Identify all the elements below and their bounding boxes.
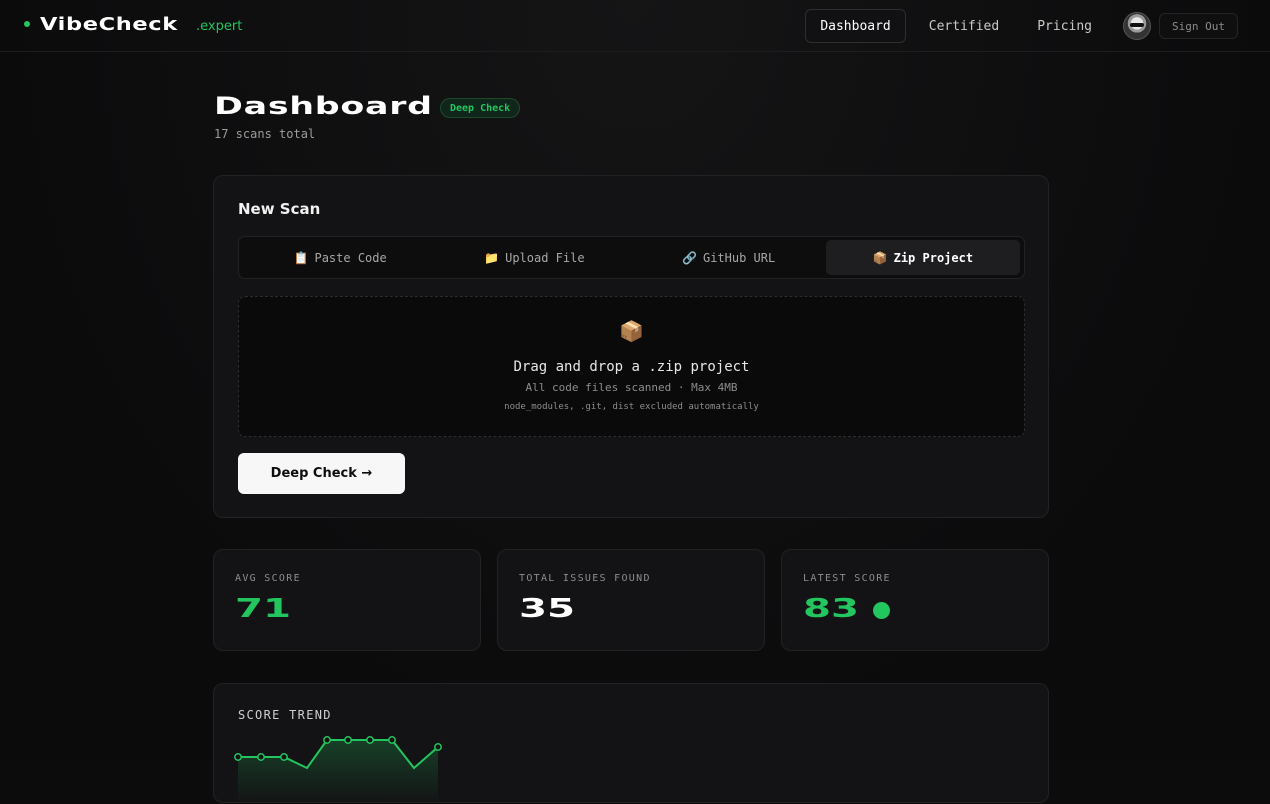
trend-point [323, 736, 331, 744]
package-icon: 📦 [619, 319, 644, 343]
sign-out-button[interactable]: Sign Out [1159, 13, 1238, 39]
nav-dashboard[interactable]: Dashboard [805, 9, 906, 43]
plan-badge: Deep Check [440, 98, 521, 118]
folder-icon: 📁 [484, 250, 500, 265]
stat-label: TOTAL ISSUES FOUND [519, 573, 651, 584]
nav-certified[interactable]: Certified [914, 9, 1014, 43]
logo[interactable]: VibeCheck .expert [24, 14, 242, 35]
trend-point [280, 753, 288, 761]
deep-check-button[interactable]: Deep Check → [238, 453, 405, 494]
stat-value: 83 [803, 594, 860, 624]
stat-card-avg-score: AVG SCORE 71 [213, 549, 481, 651]
stat-label: AVG SCORE [235, 573, 301, 584]
tab-github-url[interactable]: 🔗 GitHub URL [632, 240, 826, 275]
tab-upload-file[interactable]: 📁 Upload File [437, 240, 631, 275]
new-scan-title: New Scan [238, 200, 321, 218]
stat-value: 35 [519, 594, 576, 624]
score-status-icon [873, 602, 890, 619]
brand-name: VibeCheck [40, 14, 178, 35]
package-icon: 📦 [872, 250, 888, 265]
user-avatar[interactable] [1123, 12, 1152, 40]
trend-point [257, 753, 265, 761]
trend-point [434, 743, 442, 751]
link-icon: 🔗 [682, 250, 697, 265]
dropzone-note: node_modules, .git, dist excluded automa… [504, 402, 759, 412]
stat-label: LATEST SCORE [803, 573, 891, 584]
new-scan-card: New Scan 📋 Paste Code 📁 Upload File 🔗 Gi… [213, 175, 1049, 518]
tab-label: Zip Project [893, 250, 974, 265]
score-trend-chart [234, 736, 442, 804]
clipboard-icon: 📋 [293, 250, 309, 265]
tab-label: Upload File [505, 250, 585, 265]
trend-area [238, 740, 438, 804]
tab-zip-project[interactable]: 📦 Zip Project [825, 240, 1020, 275]
tab-label: GitHub URL [702, 250, 776, 265]
tab-paste-code[interactable]: 📋 Paste Code [243, 240, 437, 275]
score-trend-card: SCORE TREND [213, 683, 1049, 804]
nav-pricing[interactable]: Pricing [1022, 9, 1107, 43]
stat-card-total-issues: TOTAL ISSUES FOUND 35 [497, 549, 765, 651]
stat-card-latest-score: LATEST SCORE 83 [781, 549, 1049, 651]
dropzone-title: Drag and drop a .zip project [513, 359, 750, 375]
trend-point [234, 753, 242, 761]
scan-count: 17 scans total [214, 127, 316, 141]
trend-point [388, 736, 396, 744]
tab-label: Paste Code [314, 250, 387, 265]
dropzone-subtitle: All code files scanned · Max 4MB [525, 381, 738, 394]
trend-point [366, 736, 374, 744]
zip-dropzone[interactable]: 📦 Drag and drop a .zip project All code … [238, 296, 1025, 437]
top-nav: VibeCheck .expert Dashboard Certified Pr… [0, 0, 1270, 52]
status-dot-icon [24, 21, 30, 27]
stat-value: 71 [235, 594, 292, 624]
scan-source-tabs: 📋 Paste Code 📁 Upload File 🔗 GitHub URL … [238, 236, 1025, 279]
page-title: Dashboard [214, 92, 433, 120]
main-nav: Dashboard Certified Pricing Sign Out [797, 8, 1238, 44]
trend-point [344, 736, 352, 744]
